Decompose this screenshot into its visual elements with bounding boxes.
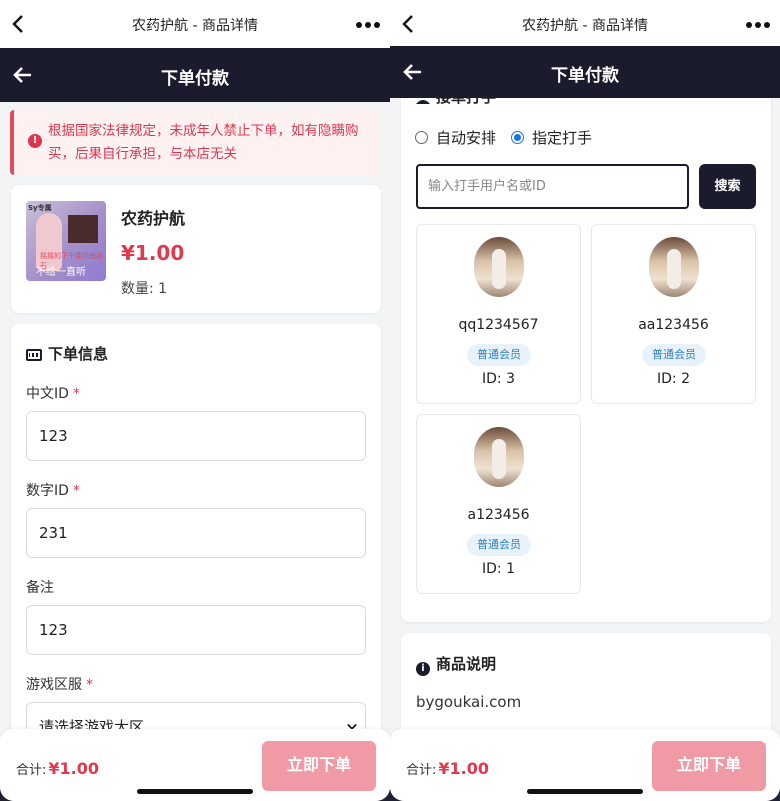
home-indicator <box>527 789 643 794</box>
booster-card-item[interactable]: qq1234567 普通会员 ID: 3 <box>416 224 581 404</box>
total-label: 合计: ¥1.00 <box>406 759 489 778</box>
screen-booster-select: 农药护航 - 商品详情 接单打手 下单付款 自动安排 指定打手 输入打手用户名或… <box>390 0 780 801</box>
home-indicator <box>137 789 253 794</box>
miniprogram-bar: 农药护航 - 商品详情 <box>0 0 390 48</box>
order-info-card: 下单信息 中文ID * 123 数字ID * 231 备注 123 游戏区服 * 请选… <box>11 324 381 752</box>
product-image-tag: Sy专属 <box>28 204 52 212</box>
miniprogram-bar: 农药护航 - 商品详情 <box>390 0 780 48</box>
cn-id-input[interactable]: 123 <box>26 411 366 461</box>
info-icon: i <box>416 662 430 676</box>
avatar <box>474 427 524 487</box>
page-title: 下单付款 <box>551 66 619 86</box>
booster-id: ID: 1 <box>482 561 515 577</box>
page-header: 下单付款 <box>0 48 390 102</box>
radio-auto-indicator[interactable] <box>415 131 428 144</box>
description-text: bygoukai.com <box>416 693 522 711</box>
miniprogram-title: 农药护航 - 商品详情 <box>522 18 648 34</box>
page-title: 下单付款 <box>161 69 229 89</box>
avatar <box>474 237 524 297</box>
product-quantity: 数量: 1 <box>121 281 168 297</box>
more-dots-icon[interactable] <box>746 20 770 30</box>
screen-order-form: 农药护航 - 商品详情 下单付款 ! 根据国家法律规定，未成年人禁止下单，如有隐… <box>0 0 390 801</box>
submit-order-button[interactable]: 立即下单 <box>652 741 766 791</box>
booster-name: qq1234567 <box>458 317 539 333</box>
radio-specify[interactable]: 指定打手 <box>511 127 592 148</box>
product-name: 农药护航 <box>121 209 186 228</box>
radio-specify-indicator[interactable] <box>511 131 525 144</box>
checkout-bar: 合计: ¥1.00 立即下单 <box>0 729 390 801</box>
product-price: ¥1.00 <box>121 241 185 265</box>
total-price: ¥1.00 <box>48 759 99 778</box>
booster-card-item[interactable]: a123456 普通会员 ID: 1 <box>416 414 581 594</box>
booster-card-item[interactable]: aa123456 普通会员 ID: 2 <box>591 224 756 404</box>
section-title-description: i 商品说明 <box>416 653 496 676</box>
miniprogram-title: 农药护航 - 商品详情 <box>132 18 258 34</box>
total-label: 合计: ¥1.00 <box>16 759 99 778</box>
product-image: Sy专属 摇摇的下午茶尔曲钻石 不给一直听 <box>26 201 106 281</box>
remark-input[interactable]: 123 <box>26 605 366 655</box>
booster-search-input[interactable]: 输入打手用户名或ID <box>416 164 689 209</box>
field-label-server: 游戏区服 * <box>26 677 93 693</box>
member-badge: 普通会员 <box>467 344 531 366</box>
more-dots-icon[interactable] <box>356 20 380 30</box>
field-label-cn-id: 中文ID * <box>26 386 80 402</box>
alert-icon: ! <box>28 134 42 148</box>
booster-name: aa123456 <box>638 317 709 333</box>
member-badge: 普通会员 <box>467 534 531 556</box>
field-label-remark: 备注 <box>26 580 54 596</box>
submit-order-button[interactable]: 立即下单 <box>262 741 376 791</box>
avatar <box>649 237 699 297</box>
booster-id: ID: 2 <box>657 371 690 387</box>
assign-mode-group: 自动安排 指定打手 <box>415 127 607 148</box>
booster-id: ID: 3 <box>482 371 515 387</box>
notice-text: 根据国家法律规定，未成年人禁止下单，如有隐瞒购买，后果自行承担，与本店无关 <box>48 123 359 162</box>
field-label-num-id: 数字ID * <box>26 483 80 499</box>
page-header: 下单付款 <box>390 46 780 98</box>
product-image-caption-2: 不给一直听 <box>36 267 86 278</box>
keyboard-icon <box>26 349 42 361</box>
checkout-bar: 合计: ¥1.00 立即下单 <box>390 729 780 801</box>
member-badge: 普通会员 <box>642 344 706 366</box>
product-card: Sy专属 摇摇的下午茶尔曲钻石 不给一直听 农药护航 ¥1.00 数量: 1 <box>11 185 381 313</box>
legal-notice: ! 根据国家法律规定，未成年人禁止下单，如有隐瞒购买，后果自行承担，与本店无关 <box>10 110 380 175</box>
section-title-order-info: 下单信息 <box>26 343 108 364</box>
radio-auto[interactable]: 自动安排 <box>415 127 496 148</box>
total-price: ¥1.00 <box>438 759 489 778</box>
search-button[interactable]: 搜索 <box>699 164 756 209</box>
num-id-input[interactable]: 231 <box>26 508 366 558</box>
booster-name: a123456 <box>467 507 530 523</box>
